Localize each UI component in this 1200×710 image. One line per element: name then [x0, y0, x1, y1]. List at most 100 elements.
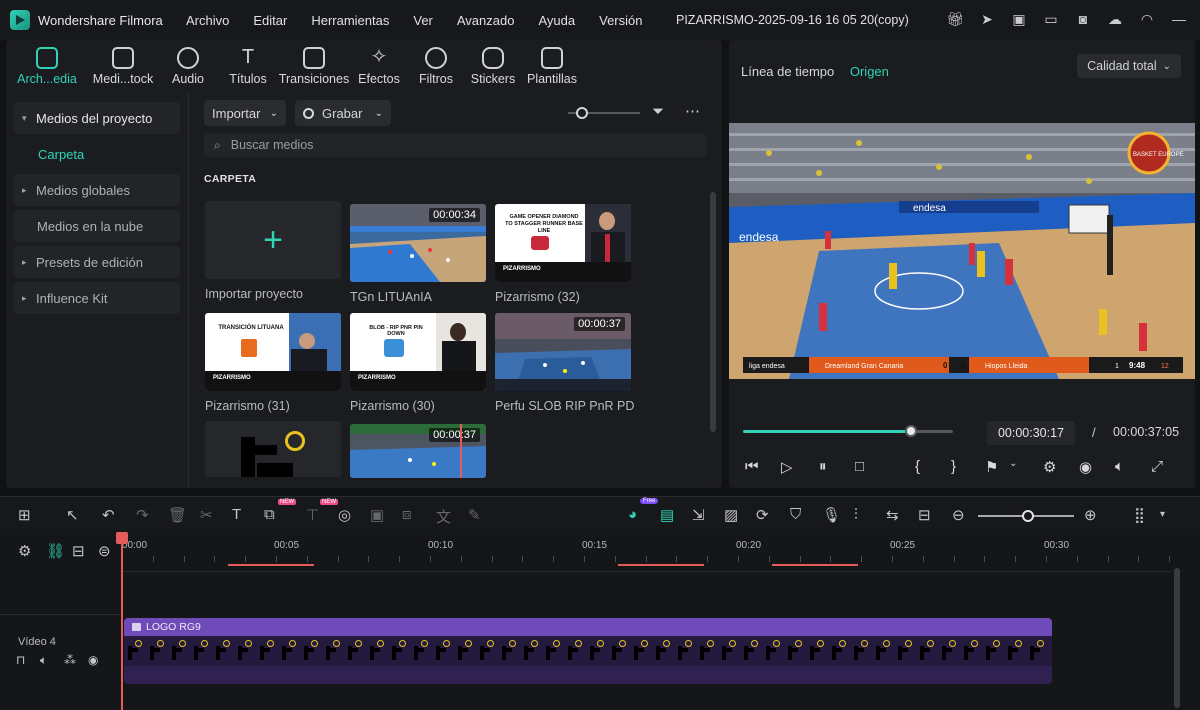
- menu-version[interactable]: Versión: [599, 13, 642, 28]
- tab-audio[interactable]: Audio: [158, 40, 218, 92]
- import-project-card[interactable]: + Importar proyecto: [205, 201, 341, 301]
- media-thumbnail[interactable]: 00:00:37: [495, 313, 631, 391]
- tab-media[interactable]: Arch...edia: [6, 40, 88, 92]
- ai-text-icon[interactable]: ✎: [468, 506, 481, 524]
- pause-icon[interactable]: ⏸: [819, 458, 827, 475]
- mark-out-icon[interactable]: }: [951, 458, 956, 475]
- snapshot-icon[interactable]: ◉: [1079, 458, 1092, 476]
- delete-icon[interactable]: 🗑︎: [168, 506, 187, 524]
- image-edit-icon[interactable]: ⧈: [402, 506, 412, 523]
- menu-avanzado[interactable]: Avanzado: [457, 13, 515, 28]
- tab-effects[interactable]: ✧ Efectos: [350, 40, 408, 92]
- chevron-down-icon[interactable]: ▾: [1160, 509, 1165, 520]
- thumb-size-slider[interactable]: [568, 107, 640, 119]
- quality-dropdown[interactable]: Calidad total ⌄: [1077, 54, 1181, 78]
- sidebar-item-global-media[interactable]: ▸ Medios globales: [14, 174, 180, 206]
- headset-icon[interactable]: ◠: [1138, 10, 1156, 28]
- monitor-icon[interactable]: ▭: [1042, 10, 1060, 28]
- ai-mate-icon[interactable]: ◕: [628, 506, 637, 523]
- save-icon[interactable]: ◙: [1074, 10, 1092, 28]
- tab-stock-media[interactable]: Medi...tock: [88, 40, 158, 92]
- crop-icon[interactable]: ⧉: [264, 506, 275, 523]
- record-dropdown[interactable]: Grabar ⌄: [295, 100, 391, 126]
- more-options-icon[interactable]: ⋯: [685, 102, 700, 120]
- filter-funnel-icon[interactable]: ⏷: [652, 103, 664, 120]
- progress-knob[interactable]: [905, 425, 917, 437]
- mark-in-icon[interactable]: {: [915, 458, 920, 475]
- tab-filters[interactable]: Filtros: [408, 40, 464, 92]
- redo-icon[interactable]: ↷: [136, 506, 149, 524]
- media-thumbnail[interactable]: GAME OPENER DIAMOND TO STAGGER RUNNER BA…: [495, 204, 631, 282]
- video-preview[interactable]: endesa endesa BASKET EUROPE liga endesa …: [729, 123, 1195, 379]
- replace-icon[interactable]: ⇆: [886, 506, 899, 524]
- minimize-icon[interactable]: —: [1170, 10, 1188, 28]
- auto-reframe-icon[interactable]: ▤: [660, 506, 674, 524]
- playhead-handle[interactable]: [116, 532, 128, 544]
- media-thumbnail[interactable]: BLOB - RIP PNR PIN DOWN PIZARRISMO: [350, 313, 486, 391]
- media-item[interactable]: BLOB - RIP PNR PIN DOWN PIZARRISMO Pizar…: [350, 313, 486, 413]
- tab-stickers[interactable]: Stickers: [464, 40, 522, 92]
- ai-portrait-icon[interactable]: ▣: [370, 506, 384, 524]
- volume-icon[interactable]: 🔈︎: [40, 653, 47, 668]
- text-icon[interactable]: T: [232, 506, 241, 523]
- tab-transitions[interactable]: Transiciones: [278, 40, 350, 92]
- split-track-icon[interactable]: ⊜: [98, 542, 111, 560]
- media-scrollbar[interactable]: [710, 192, 716, 432]
- tab-titles[interactable]: T Títulos: [218, 40, 278, 92]
- speed-icon[interactable]: ⇲: [692, 506, 705, 524]
- tab-templates[interactable]: Plantillas: [522, 40, 582, 92]
- media-thumbnail[interactable]: TRANSICIÓN LITUANA PIZARRISMO: [205, 313, 341, 391]
- media-item[interactable]: 00:00:34 TGn LITUAnIA: [350, 204, 486, 304]
- chevron-down-icon[interactable]: ⌄: [1009, 458, 1017, 469]
- sidebar-item-edit-presets[interactable]: ▸ Presets de edición: [14, 246, 180, 278]
- link-icon[interactable]: ⛓: [46, 542, 65, 560]
- playhead[interactable]: [121, 534, 123, 710]
- undo-icon[interactable]: ↶: [102, 506, 115, 524]
- zoom-knob[interactable]: [1022, 510, 1034, 522]
- select-pointer-icon[interactable]: ↖: [66, 506, 79, 524]
- send-icon[interactable]: ➤: [978, 10, 996, 28]
- shield-icon[interactable]: ⛉: [790, 506, 801, 523]
- fit-icon[interactable]: ⊟: [918, 506, 931, 524]
- current-time[interactable]: 00:00:30:17: [987, 421, 1075, 445]
- lock-icon[interactable]: ⊓: [16, 653, 25, 667]
- sidebar-item-cloud-media[interactable]: Medios en la nube: [14, 210, 180, 242]
- image-icon[interactable]: ▨: [724, 506, 738, 524]
- freeze-icon[interactable]: ⊤: [306, 506, 319, 524]
- settings-icon[interactable]: ⚙: [1043, 458, 1056, 476]
- media-thumbnail[interactable]: 00:00:34: [350, 204, 486, 282]
- sidebar-item-project-media[interactable]: ▾ Medios del proyecto: [14, 102, 180, 134]
- import-dropdown[interactable]: Importar ⌄: [204, 100, 286, 126]
- time-ruler[interactable]: 00:00 00:05 00:10 00:15 00:20 00:25 00:3…: [122, 534, 1172, 572]
- fullscreen-icon[interactable]: ⤢: [1151, 458, 1163, 475]
- tab-source[interactable]: Origen: [850, 64, 889, 79]
- sidebar-item-folder[interactable]: Carpeta: [14, 138, 180, 170]
- zoom-slider[interactable]: [978, 510, 1074, 522]
- panel-layout-icon[interactable]: ⣿: [1134, 506, 1145, 524]
- media-item[interactable]: GAME OPENER DIAMOND TO STAGGER RUNNER BA…: [495, 204, 631, 304]
- ai-effect-icon[interactable]: ◎: [338, 506, 351, 524]
- menu-herramientas[interactable]: Herramientas: [311, 13, 389, 28]
- stop-icon[interactable]: □: [855, 458, 864, 475]
- media-thumbnail[interactable]: 00:00:37: [350, 424, 486, 478]
- media-thumbnail[interactable]: [205, 421, 341, 477]
- sidebar-item-influence-kit[interactable]: ▸ Influence Kit: [14, 282, 180, 314]
- menu-archivo[interactable]: Archivo: [186, 13, 229, 28]
- layout-grid-icon[interactable]: ⊞: [18, 506, 31, 524]
- gift-icon[interactable]: 🎁︎: [946, 10, 964, 28]
- add-track-icon[interactable]: ⊟: [72, 542, 85, 560]
- cut-icon[interactable]: ✂: [200, 506, 213, 524]
- menu-ayuda[interactable]: Ayuda: [538, 13, 575, 28]
- clipboard-icon[interactable]: ▣: [1010, 10, 1028, 28]
- timeline-scrollbar[interactable]: [1174, 568, 1180, 708]
- tab-timeline[interactable]: Línea de tiempo: [741, 64, 834, 79]
- plus-icon[interactable]: +: [205, 201, 341, 279]
- translate-icon[interactable]: 文: [436, 506, 451, 527]
- motion-icon[interactable]: ⟳: [756, 506, 769, 524]
- zoom-out-icon[interactable]: ⊖: [952, 506, 965, 524]
- play-icon[interactable]: ▷: [781, 458, 793, 476]
- timeline-clip[interactable]: LOGO RG9: [124, 618, 1052, 684]
- menu-editar[interactable]: Editar: [253, 13, 287, 28]
- microphone-icon[interactable]: 🎙︎: [822, 506, 841, 524]
- prev-frame-icon[interactable]: ⏮: [745, 458, 759, 475]
